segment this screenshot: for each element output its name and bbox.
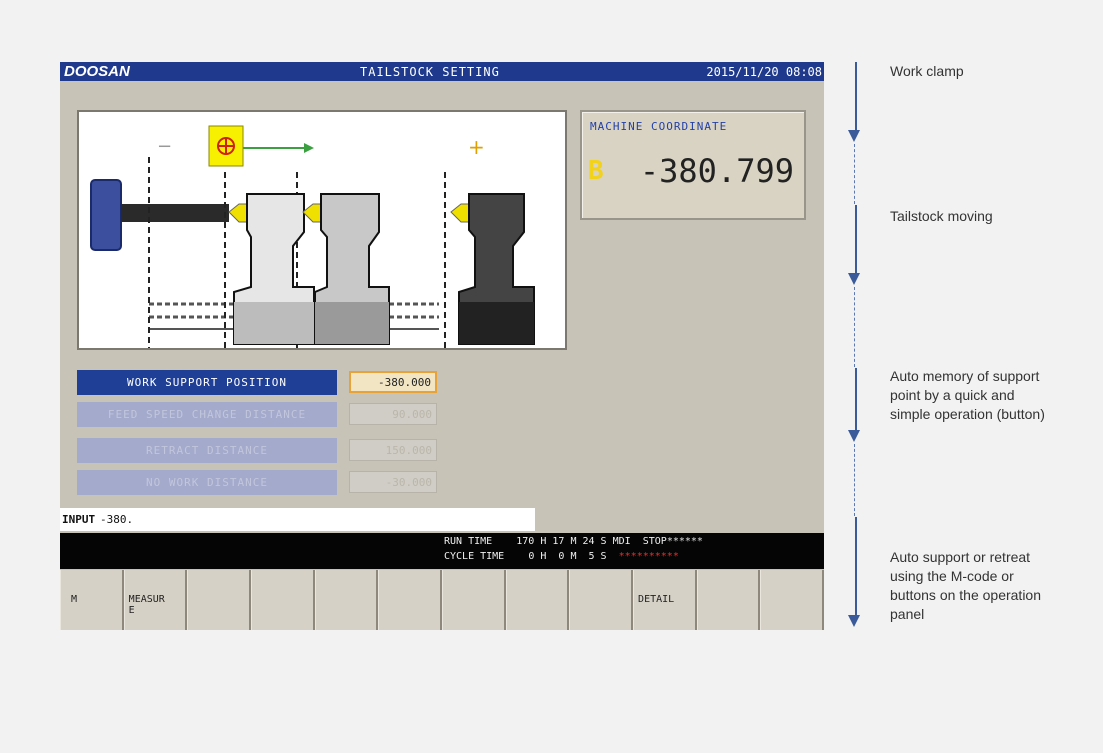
- state-indicator: STOP: [642, 536, 667, 547]
- annotation-tailstock-moving: Tailstock moving: [890, 208, 993, 224]
- arrow-down-icon: [848, 615, 860, 627]
- softkey-measure[interactable]: MEASUR E: [123, 570, 188, 630]
- cnc-screen: DOOSAN TAILSTOCK SETTING 2015/11/20 08:0…: [60, 62, 824, 630]
- softkey-12[interactable]: [760, 570, 824, 630]
- tailstock-diagram: − +: [77, 110, 567, 350]
- arrow-down-icon: [848, 430, 860, 442]
- softkey-9[interactable]: [569, 570, 634, 630]
- cycle-time-line: CYCLE TIME 0 H 0 M 5 S **********: [444, 551, 679, 562]
- softkey-3[interactable]: [187, 570, 252, 630]
- run-time-line: RUN TIME 170 H 17 M 24 S MDI STOP******: [444, 536, 703, 547]
- softkey-8[interactable]: [505, 570, 570, 630]
- param-row-no-work-distance[interactable]: NO WORK DISTANCE -30.000: [77, 470, 497, 495]
- softkey-m[interactable]: M: [60, 570, 124, 630]
- plus-sign: +: [468, 135, 485, 159]
- param-label: RETRACT DISTANCE: [77, 438, 337, 463]
- tailstock-position-1: [228, 193, 315, 345]
- softkey-5[interactable]: [314, 570, 379, 630]
- arrow-down-icon: [848, 273, 860, 285]
- coordinate-value: -380.799: [639, 152, 794, 190]
- tailstock-position-2: [302, 193, 390, 345]
- arrow-down-icon: [848, 130, 860, 142]
- param-label: NO WORK DISTANCE: [77, 470, 337, 495]
- screen-title: TAILSTOCK SETTING: [360, 65, 500, 79]
- axis-label: B: [588, 156, 604, 186]
- tailstock-diagram-graphic: − +: [90, 125, 535, 348]
- annotation-auto-support: Auto support or retreat using the M-code…: [890, 549, 1042, 622]
- minus-sign: −: [157, 136, 172, 157]
- param-label: WORK SUPPORT POSITION: [77, 370, 337, 395]
- machine-coordinate-title: MACHINE COORDINATE: [590, 120, 728, 133]
- softkey-6[interactable]: [378, 570, 443, 630]
- cycle-time-value: 0 H 0 M 5 S: [528, 551, 607, 562]
- param-label: FEED SPEED CHANGE DISTANCE: [77, 402, 337, 427]
- datetime: 2015/11/20 08:08: [706, 65, 822, 79]
- machine-coordinate-panel: MACHINE COORDINATE B -380.799: [580, 110, 806, 220]
- run-time-label: RUN TIME: [444, 536, 493, 547]
- input-value[interactable]: -380.: [100, 508, 133, 531]
- process-flow-arrows: [848, 62, 862, 637]
- title-bar: DOOSAN TAILSTOCK SETTING 2015/11/20 08:0…: [60, 62, 824, 81]
- param-value-field[interactable]: 150.000: [349, 439, 437, 461]
- cycle-time-label: CYCLE TIME: [444, 551, 505, 562]
- softkey-detail[interactable]: DETAIL: [633, 570, 697, 630]
- softkey-4[interactable]: [251, 570, 315, 630]
- input-field[interactable]: INPUT -380.: [60, 508, 535, 531]
- softkey-7[interactable]: [442, 570, 506, 630]
- param-row-retract-distance[interactable]: RETRACT DISTANCE 150.000: [77, 438, 497, 463]
- status-bar: RUN TIME 170 H 17 M 24 S MDI STOP****** …: [60, 533, 824, 569]
- softkey-bar: M MEASUR E DETAIL: [60, 570, 824, 630]
- tailstock-position-3: [450, 193, 535, 345]
- input-label: INPUT: [62, 513, 96, 526]
- param-row-feed-speed-change-distance[interactable]: FEED SPEED CHANGE DISTANCE 90.000: [77, 402, 497, 427]
- chuck-icon: [90, 179, 122, 251]
- param-value-field[interactable]: -30.000: [349, 471, 437, 493]
- param-value-field[interactable]: 90.000: [349, 403, 437, 425]
- param-row-work-support-position[interactable]: WORK SUPPORT POSITION -380.000: [77, 370, 497, 395]
- param-value-field[interactable]: -380.000: [349, 371, 437, 393]
- annotation-work-clamp: Work clamp: [890, 63, 964, 79]
- softkey-11[interactable]: [696, 570, 761, 630]
- workpiece: [121, 204, 229, 222]
- run-time-value: 170 H 17 M 24 S: [516, 536, 607, 547]
- annotation-auto-memory: Auto memory of support point by a quick …: [890, 368, 1045, 422]
- mode-indicator: MDI: [612, 536, 631, 547]
- brand-logo: DOOSAN: [64, 63, 130, 80]
